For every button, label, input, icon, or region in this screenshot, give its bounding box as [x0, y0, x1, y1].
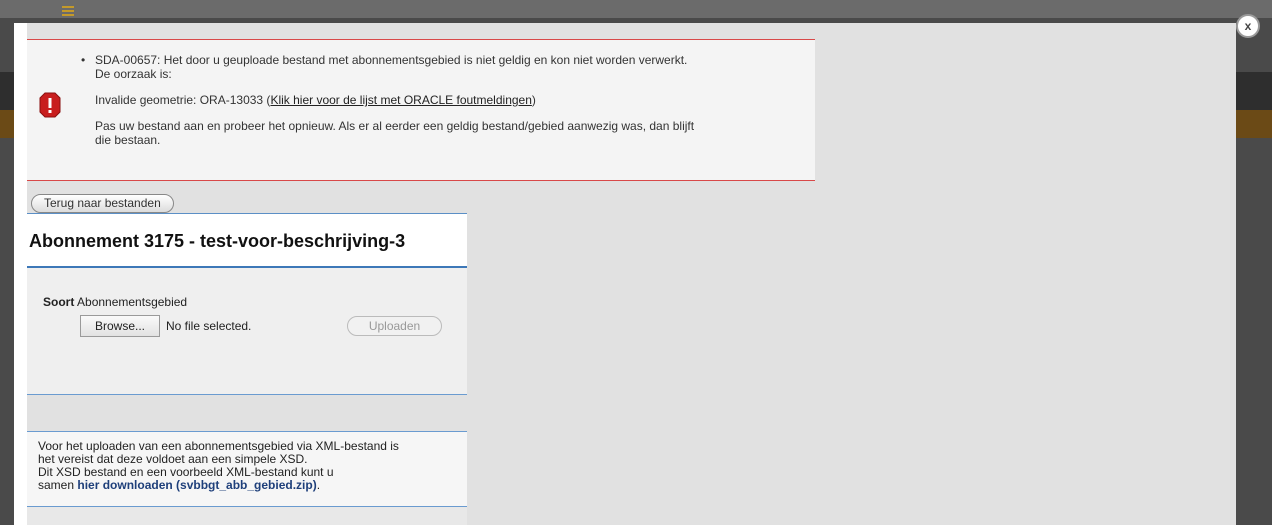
error-line-1: SDA-00657: Het door u geuploade bestand … — [95, 53, 688, 67]
error-geometry: Invalide geometrie: ORA-13033 (Klik hier… — [95, 93, 536, 107]
error-message-box: • SDA-00657: Het door u geuploade bestan… — [27, 39, 815, 181]
soort-row: Soort Abonnementsgebied — [43, 295, 187, 309]
upload-form: Soort Abonnementsgebied Browse... No fil… — [27, 268, 467, 395]
page-title: Abonnement 3175 - test-voor-beschrijving… — [29, 231, 406, 251]
error-advice: Pas uw bestand aan en probeer het opnieu… — [95, 119, 695, 147]
error-exclamation-icon — [39, 92, 61, 118]
file-status: No file selected. — [166, 319, 252, 333]
soort-value: Abonnementsgebied — [77, 295, 188, 309]
subscription-panel: Abonnement 3175 - test-voor-beschrijving… — [27, 213, 467, 525]
bullet: • — [81, 53, 86, 67]
upload-button[interactable]: Uploaden — [347, 316, 442, 336]
page-header-backdrop — [0, 0, 1272, 18]
browse-button[interactable]: Browse... — [80, 315, 160, 337]
error-text: • SDA-00657: Het door u geuploade bestan… — [81, 53, 795, 147]
subscription-title-bar: Abonnement 3175 - test-voor-beschrijving… — [27, 213, 467, 268]
backdrop-logo — [62, 6, 74, 18]
soort-label: Soort — [43, 295, 75, 309]
error-line-2: De oorzaak is: — [95, 67, 172, 81]
divider-strip — [27, 395, 467, 431]
xml-info-box: Voor het uploaden van een abonnementsgeb… — [27, 431, 467, 507]
oracle-errors-link[interactable]: Klik hier voor de lijst met ORACLE foutm… — [270, 93, 531, 107]
modal-dialog: • SDA-00657: Het door u geuploade bestan… — [14, 23, 1236, 525]
download-xsd-link[interactable]: hier downloaden (svbbgt_abb_gebied.zip) — [77, 478, 316, 492]
back-to-files-button[interactable]: Terug naar bestanden — [31, 194, 174, 213]
close-icon[interactable]: x — [1236, 14, 1260, 38]
